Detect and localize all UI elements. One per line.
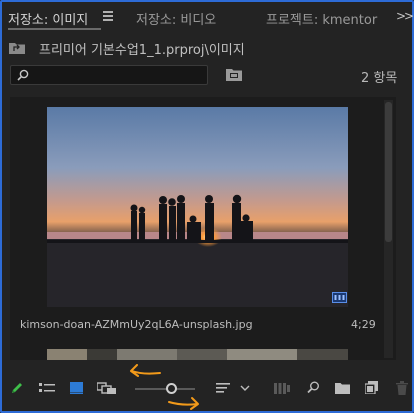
clip-duration: 4;29 [351, 318, 376, 331]
folder-up-icon[interactable] [9, 42, 25, 54]
clip-name: kimson-doan-AZMmUy2qL6A-unsplash.jpg [20, 318, 253, 331]
list-view-icon[interactable] [39, 382, 55, 394]
tab-bin-images[interactable]: 저장소: 이미지 [8, 9, 88, 28]
automate-sequence-icon[interactable] [274, 383, 290, 394]
write-pencil-icon[interactable] [10, 381, 24, 395]
scrollbar-thumb[interactable] [385, 102, 392, 242]
vertical-scrollbar[interactable] [384, 100, 393, 358]
freeform-view-icon[interactable] [97, 382, 117, 395]
search-row: 2 항목 [2, 64, 412, 88]
sort-icon[interactable] [216, 382, 230, 394]
clip-thumbnail[interactable] [47, 107, 348, 307]
icon-view-area: kimson-doan-AZMmUy2qL6A-unsplash.jpg 4;2… [10, 97, 396, 360]
search-icon [17, 69, 29, 81]
item-count: 2 항목 [361, 71, 398, 86]
new-bin-icon[interactable] [335, 382, 350, 394]
search-input[interactable] [10, 65, 208, 85]
tab-bar: 저장소: 이미지 저장소: 비디오 프로젝트: kmentor >> [2, 2, 414, 32]
tab-project[interactable]: 프로젝트: kmentor [266, 9, 377, 28]
annotation-arrow-right [168, 397, 199, 410]
trash-icon[interactable] [396, 381, 408, 395]
active-tab-indicator [8, 28, 101, 30]
project-panel: 저장소: 이미지 저장소: 비디오 프로젝트: kmentor >> 프리미어 … [0, 0, 414, 413]
double-chevron-right-icon[interactable]: >> [396, 9, 414, 23]
clip-thumbnail-2[interactable] [47, 349, 348, 360]
zoom-slider-handle[interactable] [165, 383, 177, 394]
find-icon[interactable] [307, 381, 320, 394]
tab-bin-videos[interactable]: 저장소: 비디오 [136, 9, 216, 28]
bin-path-row: 프리미어 기본수업1_1.prproj\이미지 [2, 36, 412, 60]
annotation-arrow-left [130, 364, 161, 377]
new-item-icon[interactable] [365, 381, 378, 394]
dropdown-chevron-icon[interactable] [240, 385, 250, 392]
bottom-toolbar [2, 372, 412, 406]
bin-path: 프리미어 기본수업1_1.prproj\이미지 [39, 43, 245, 58]
hamburger-menu-icon[interactable] [103, 11, 113, 21]
new-bin-icon[interactable] [226, 68, 242, 81]
clip-type-badge [332, 292, 347, 303]
icon-view-icon[interactable] [70, 382, 83, 394]
